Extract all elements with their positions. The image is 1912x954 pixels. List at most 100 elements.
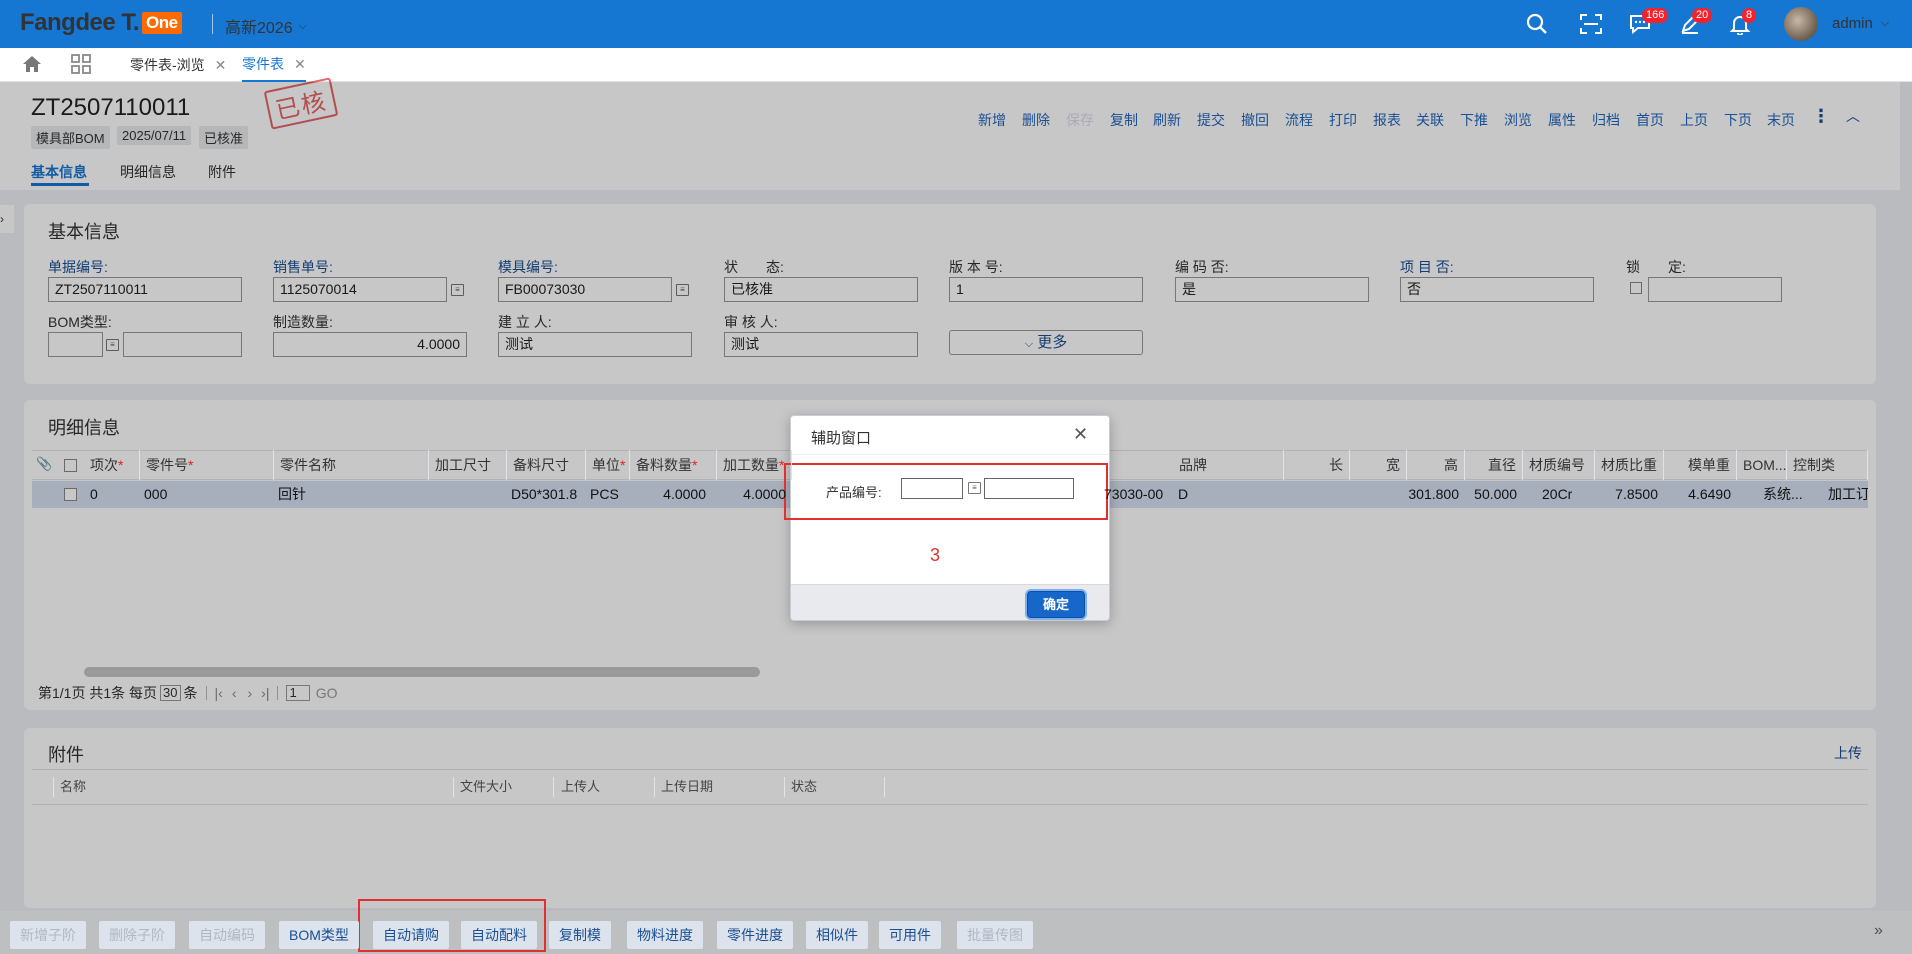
attachment-column-4: 状态	[785, 777, 885, 797]
cell-idx[interactable]: 0	[90, 481, 98, 508]
tab-parts[interactable]: 零件表 ✕	[242, 48, 306, 82]
action-button-2[interactable]: 保存	[1066, 110, 1094, 130]
user-menu[interactable]: admin ⌵	[1832, 15, 1889, 32]
bell-icon[interactable]: 8	[1726, 8, 1757, 38]
bottom-button-8[interactable]: 零件进度	[717, 921, 793, 949]
cell-proc-qty[interactable]: 4.0000	[717, 481, 792, 508]
message-icon[interactable]: 166	[1626, 8, 1669, 38]
bottom-button-0[interactable]: 新增子阶	[10, 921, 86, 949]
column-header-11[interactable]: 高	[1407, 450, 1465, 480]
column-header-14[interactable]: 材质比重	[1595, 450, 1664, 480]
bottom-button-4[interactable]: 自动请购	[373, 921, 449, 949]
bottom-button-7[interactable]: 物料进度	[627, 921, 703, 949]
column-header-16[interactable]: BOM...	[1737, 450, 1787, 480]
column-header-17[interactable]: 控制类	[1787, 450, 1868, 480]
close-icon[interactable]: ✕	[294, 47, 306, 81]
cell-stock-qty[interactable]: 4.0000	[630, 481, 712, 508]
action-button-1[interactable]: 删除	[1022, 110, 1050, 130]
cell-brand[interactable]: D	[1178, 481, 1188, 508]
message-badge: 166	[1642, 8, 1669, 23]
action-button-11[interactable]: 下推	[1460, 110, 1488, 130]
confirm-button[interactable]: 确定	[1027, 591, 1085, 618]
column-header-2[interactable]: 零件名称	[274, 450, 429, 480]
action-button-7[interactable]: 流程	[1285, 110, 1313, 130]
search-icon[interactable]	[1523, 10, 1551, 38]
bottom-button-1[interactable]: 删除子阶	[99, 921, 175, 949]
required-mark: *	[692, 457, 698, 473]
edit-badge: 20	[1692, 8, 1713, 23]
avatar[interactable]	[1784, 7, 1818, 41]
cell-part-no[interactable]: 000	[144, 481, 167, 508]
bottom-button-11[interactable]: 批量传图	[957, 921, 1033, 949]
company-switcher[interactable]: 高新2026 ⌵	[225, 14, 307, 38]
cell-density[interactable]: 7.8500	[1595, 481, 1664, 508]
cell-height[interactable]: 301.800	[1407, 481, 1465, 508]
action-button-6[interactable]: 撤回	[1241, 110, 1269, 130]
column-header-4[interactable]: 备料尺寸	[507, 450, 586, 480]
column-header-9[interactable]: 长	[1284, 450, 1350, 480]
attachment-column-0: 名称	[54, 777, 454, 797]
edit-icon[interactable]: 20	[1676, 8, 1713, 38]
divider	[212, 14, 213, 34]
column-header-10[interactable]: 宽	[1350, 450, 1407, 480]
cell-material[interactable]: 20Cr	[1542, 481, 1572, 508]
column-header-13[interactable]: 材质编号	[1523, 450, 1595, 480]
action-button-8[interactable]: 打印	[1329, 110, 1357, 130]
apps-grid-icon[interactable]	[70, 53, 92, 78]
action-button-18[interactable]: 末页	[1767, 110, 1795, 130]
action-button-16[interactable]: 上页	[1680, 110, 1708, 130]
column-header-5[interactable]: 单位*	[586, 450, 630, 480]
action-button-4[interactable]: 刷新	[1153, 110, 1181, 130]
highlight-box	[784, 463, 1108, 520]
column-header-6[interactable]: 备料数量*	[630, 450, 717, 480]
required-mark: *	[620, 457, 626, 473]
attachment-column-1: 文件大小	[454, 777, 554, 797]
action-button-9[interactable]: 报表	[1373, 110, 1401, 130]
tab-parts-browse[interactable]: 零件表-浏览 ✕	[130, 48, 226, 82]
close-icon[interactable]: ✕	[215, 48, 227, 82]
required-mark: *	[118, 457, 124, 473]
cell-control[interactable]: 加工订	[1828, 481, 1868, 508]
cell-diameter[interactable]: 50.000	[1465, 481, 1523, 508]
action-button-5[interactable]: 提交	[1197, 110, 1225, 130]
column-header-1[interactable]: 零件号*	[140, 450, 274, 480]
bottom-button-9[interactable]: 相似件	[806, 921, 868, 949]
column-header-0[interactable]: 项次*	[84, 450, 140, 480]
scan-icon[interactable]	[1577, 10, 1605, 38]
action-button-15[interactable]: 首页	[1636, 110, 1664, 130]
cell-stock-size[interactable]: D50*301.8	[511, 481, 577, 508]
column-header-7[interactable]: 加工数量*	[717, 450, 792, 480]
user-name: admin	[1832, 15, 1873, 32]
bottom-button-6[interactable]: 复制模	[549, 921, 611, 949]
action-button-13[interactable]: 属性	[1548, 110, 1576, 130]
column-header-3[interactable]: 加工尺寸	[429, 450, 507, 480]
chevron-down-icon: ⌵	[1880, 17, 1890, 29]
bottom-button-2[interactable]: 自动编码	[189, 921, 265, 949]
action-button-12[interactable]: 浏览	[1504, 110, 1532, 130]
bottom-button-5[interactable]: 自动配料	[461, 921, 537, 949]
home-icon[interactable]	[21, 53, 43, 78]
bottom-button-3[interactable]: BOM类型	[279, 921, 359, 949]
company-name: 高新2026	[225, 20, 293, 37]
required-mark: *	[779, 457, 785, 473]
action-button-0[interactable]: 新增	[978, 110, 1006, 130]
action-button-14[interactable]: 归档	[1592, 110, 1620, 130]
action-button-17[interactable]: 下页	[1724, 110, 1752, 130]
column-header-12[interactable]: 直径	[1465, 450, 1523, 480]
bottom-button-10[interactable]: 可用件	[879, 921, 941, 949]
action-button-10[interactable]: 关联	[1416, 110, 1444, 130]
logo-text: Fangdee T.	[20, 9, 140, 36]
column-header-8[interactable]: 品牌	[1173, 450, 1284, 480]
cell-bom[interactable]: 系统...	[1763, 481, 1823, 508]
column-header-15[interactable]: 模单重	[1664, 450, 1737, 480]
dialog-title: 辅助窗口	[811, 430, 872, 447]
close-icon[interactable]: ✕	[1073, 424, 1088, 445]
app-logo[interactable]: Fangdee T. One	[20, 9, 182, 37]
action-button-3[interactable]: 复制	[1110, 110, 1138, 130]
attachment-column-2: 上传人	[555, 777, 655, 797]
cell-part-name[interactable]: 回针	[278, 481, 306, 508]
attachment-column-3: 上传日期	[655, 777, 785, 797]
cell-unit-weight[interactable]: 4.6490	[1664, 481, 1737, 508]
cell-hidden-code[interactable]: 73030-00	[1104, 481, 1166, 508]
cell-unit[interactable]: PCS	[590, 481, 619, 508]
